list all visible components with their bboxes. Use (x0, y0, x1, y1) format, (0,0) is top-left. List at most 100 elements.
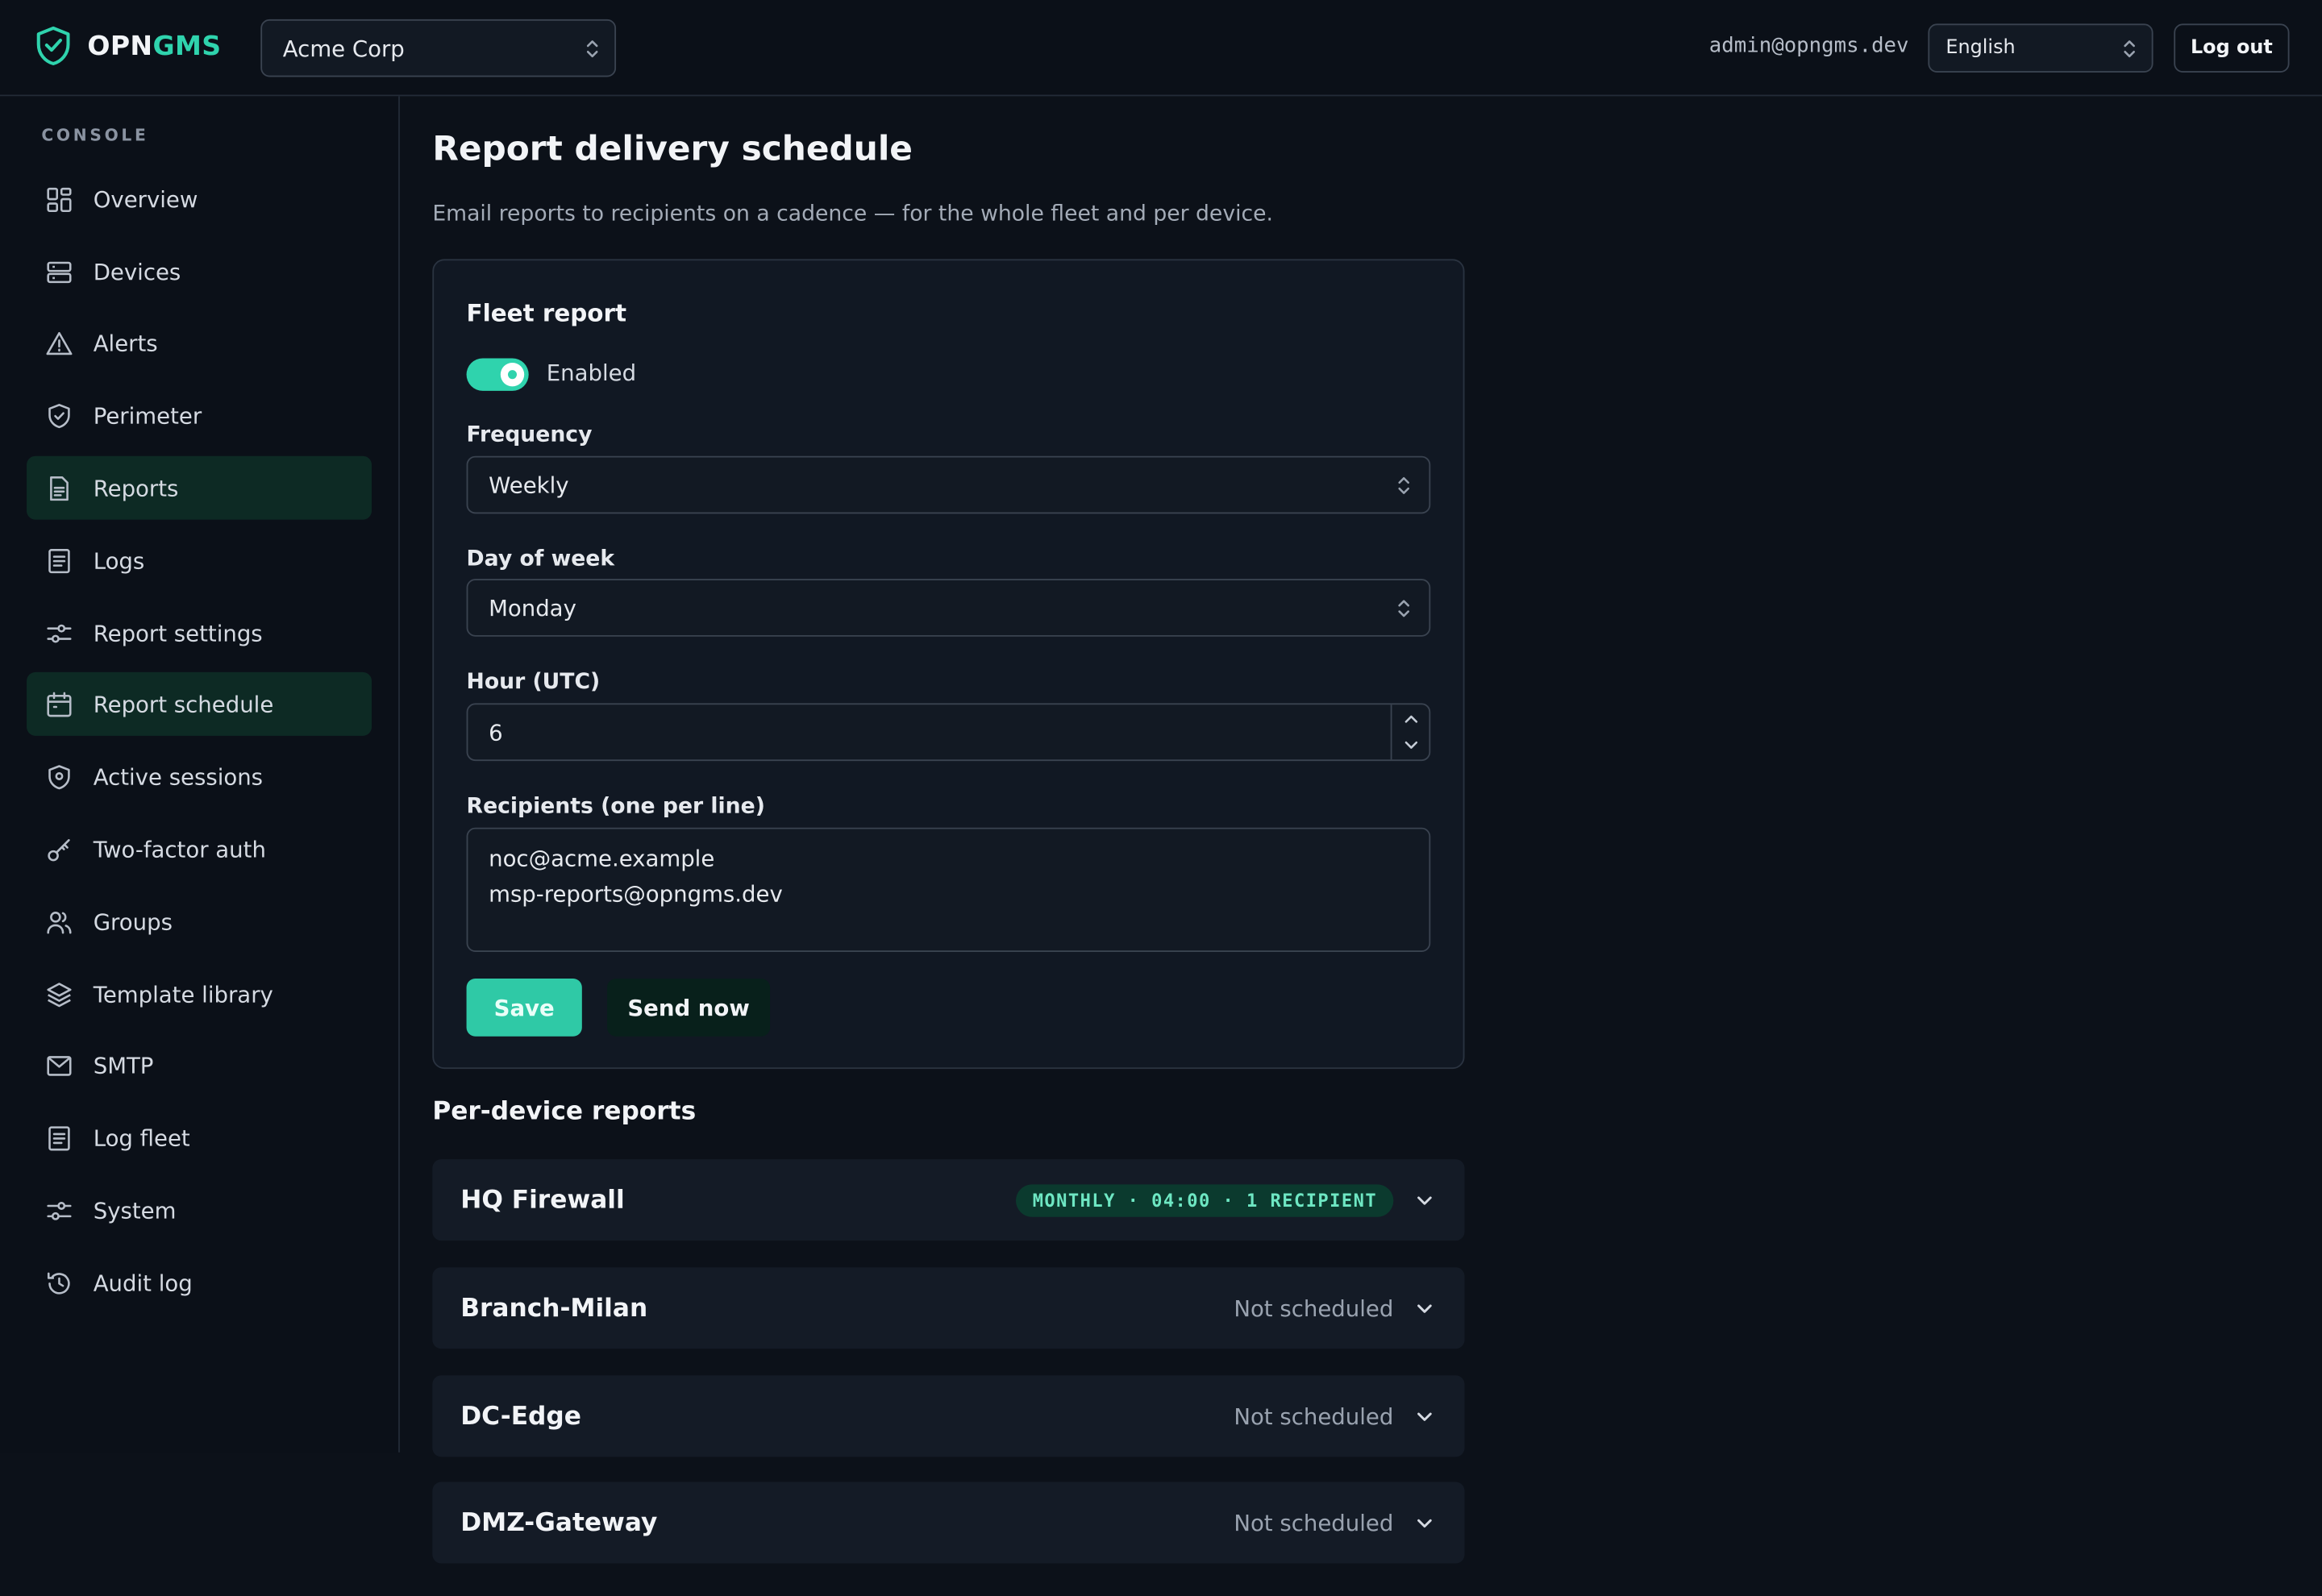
device-name: HQ Firewall (460, 1185, 625, 1216)
sidebar-item-smtp[interactable]: SMTP (27, 1033, 372, 1097)
chevron-up-icon[interactable] (1402, 711, 1420, 729)
sidebar-item-label: Active sessions (93, 763, 264, 790)
brand-name: OPNGMS (87, 31, 221, 62)
sidebar-item-label: Logs (93, 547, 145, 574)
layers-icon (47, 982, 72, 1007)
brand-logo[interactable]: OPNGMS (35, 25, 221, 66)
language-select[interactable]: English (1928, 23, 2153, 73)
shield-icon (48, 403, 70, 428)
sidebar-item-perimeter[interactable]: Perimeter (27, 384, 372, 447)
sidebar-item-overview[interactable]: Overview (27, 168, 372, 231)
day-of-week-value: Monday (489, 594, 576, 621)
page-title: Report delivery schedule (432, 130, 913, 169)
sidebar-item-label: Report schedule (93, 690, 274, 717)
device-row-dc-edge[interactable]: DC-Edge Not scheduled (432, 1375, 1465, 1457)
frequency-select[interactable]: Weekly (466, 455, 1431, 514)
org-select-value: Acme Corp (282, 35, 405, 62)
sidebar: CONSOLE Overview Devices Alerts Perimete… (0, 96, 400, 1453)
admin-email: admin@opngms.dev (1708, 34, 1909, 58)
warning-icon (46, 331, 73, 355)
org-select[interactable]: Acme Corp (260, 19, 617, 77)
chevron-down-icon[interactable] (1414, 1298, 1435, 1319)
schedule-status: Not scheduled (1234, 1403, 1394, 1430)
recipients-textarea[interactable]: noc@acme.example msp-reports@opngms.dev (466, 827, 1431, 952)
recipient-line: msp-reports@opngms.dev (489, 880, 783, 908)
send-now-button[interactable]: Send now (607, 979, 771, 1037)
sidebar-item-template-library[interactable]: Template library (27, 962, 372, 1026)
list-icon (48, 548, 70, 573)
device-row-hq-firewall[interactable]: HQ Firewall MONTHLY · 04:00 · 1 RECIPIEN… (432, 1159, 1465, 1241)
sidebar-item-log-fleet[interactable]: Log fleet (27, 1106, 372, 1170)
sidebar-item-label: Template library (93, 980, 273, 1008)
brand-name-primary: OPN (87, 30, 153, 62)
sidebar-item-system[interactable]: System (27, 1178, 372, 1242)
sidebar-item-report-schedule[interactable]: Report schedule (27, 671, 372, 736)
sidebar-item-devices[interactable]: Devices (27, 240, 372, 304)
sidebar-item-logs[interactable]: Logs (27, 529, 372, 592)
sidebar-item-label: Log fleet (93, 1124, 190, 1152)
sidebar-item-active-sessions[interactable]: Active sessions (27, 745, 372, 808)
calendar-icon (47, 691, 72, 717)
recipient-line: noc@acme.example (489, 845, 715, 872)
sidebar-item-alerts[interactable]: Alerts (27, 311, 372, 375)
chevron-down-icon[interactable] (1414, 1190, 1435, 1211)
shield-check-icon (36, 26, 70, 65)
sidebar-item-report-settings[interactable]: Report settings (27, 601, 372, 665)
sliders-icon (47, 623, 72, 642)
chevron-up-down-icon (2124, 39, 2135, 57)
enabled-toggle[interactable] (466, 358, 529, 391)
device-row-dmz-gateway[interactable]: DMZ-Gateway Not scheduled (432, 1482, 1465, 1564)
chevron-up-down-icon (586, 39, 598, 57)
sidebar-item-label: Devices (93, 258, 181, 285)
hour-stepper[interactable] (1390, 704, 1429, 760)
schedule-badge: MONTHLY · 04:00 · 1 RECIPIENT (1016, 1183, 1394, 1216)
frequency-label: Frequency (466, 423, 593, 447)
hour-label: Hour (UTC) (466, 671, 601, 695)
chevron-down-icon[interactable] (1402, 736, 1420, 754)
document-icon (50, 476, 69, 501)
history-icon (47, 1271, 70, 1294)
frequency-value: Weekly (489, 471, 569, 499)
device-row-branch-milan[interactable]: Branch-Milan Not scheduled (432, 1267, 1465, 1349)
sliders-icon (47, 1201, 72, 1220)
day-of-week-select[interactable]: Monday (466, 579, 1431, 637)
key-icon (48, 838, 70, 861)
chevron-up-down-icon (1398, 476, 1409, 493)
hour-value: 6 (489, 718, 503, 746)
chevron-up-down-icon (1398, 599, 1409, 617)
per-device-title: Per-device reports (432, 1096, 697, 1127)
sidebar-item-label: Overview (93, 185, 198, 213)
page-subtitle: Email reports to recipients on a cadence… (432, 202, 1273, 227)
sidebar-item-label: SMTP (93, 1051, 154, 1079)
location-icon (48, 764, 70, 789)
top-bar: OPNGMS Acme Corp admin@opngms.dev Englis… (0, 0, 2322, 97)
sidebar-item-label: Audit log (93, 1269, 193, 1297)
sidebar-item-two-factor-auth[interactable]: Two-factor auth (27, 817, 372, 881)
save-button[interactable]: Save (466, 979, 582, 1037)
recipients-label: Recipients (one per line) (466, 795, 765, 819)
sidebar-item-label: Report settings (93, 619, 263, 646)
fleet-report-card: Fleet report Enabled Frequency Weekly Da… (432, 259, 1465, 1070)
logout-button[interactable]: Log out (2174, 23, 2290, 73)
schedule-status: Not scheduled (1234, 1509, 1394, 1536)
toggle-knob (500, 362, 525, 387)
users-icon (47, 911, 72, 933)
enabled-label: Enabled (546, 360, 637, 387)
schedule-status: Not scheduled (1234, 1295, 1394, 1322)
fleet-report-title: Fleet report (466, 299, 627, 327)
sidebar-item-reports[interactable]: Reports (27, 455, 372, 520)
chevron-down-icon[interactable] (1414, 1512, 1435, 1533)
server-icon (47, 260, 72, 283)
sidebar-item-groups[interactable]: Groups (27, 890, 372, 954)
language-select-value: English (1945, 36, 2016, 60)
device-name: Branch-Milan (460, 1293, 648, 1324)
sidebar-item-audit-log[interactable]: Audit log (27, 1251, 372, 1315)
hour-input[interactable]: 6 (466, 703, 1431, 762)
sidebar-item-label: Perimeter (93, 401, 202, 429)
device-name: DC-Edge (460, 1401, 581, 1432)
sidebar-item-label: Alerts (93, 329, 158, 356)
grid-icon (47, 186, 72, 212)
sidebar-item-label: Reports (93, 474, 179, 501)
chevron-down-icon[interactable] (1414, 1406, 1435, 1427)
mail-icon (47, 1055, 72, 1075)
